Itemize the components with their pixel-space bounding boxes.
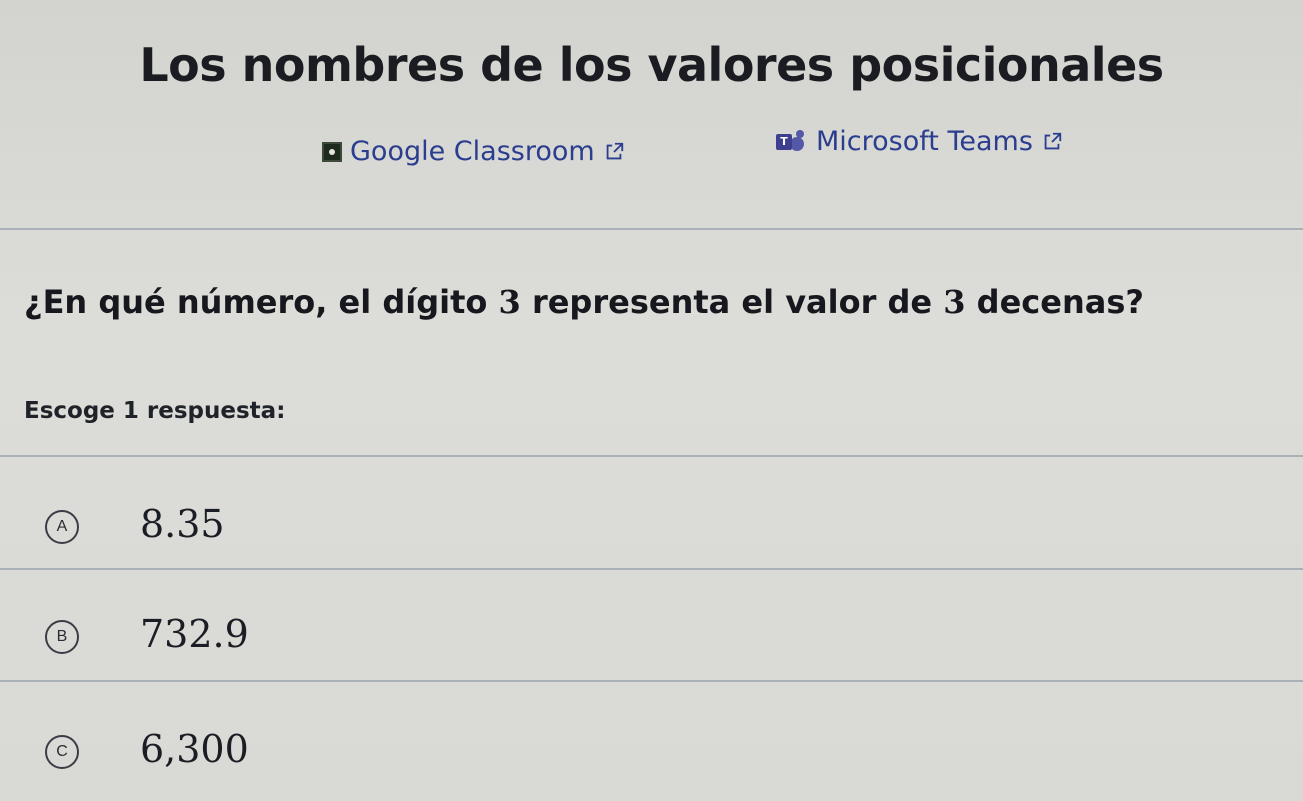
exercise-page: Los nombres de los valores posicionales … xyxy=(0,0,1303,801)
share-row: Google Classroom T Microsoft Teams xyxy=(0,126,1303,170)
choice-c-radio[interactable]: C xyxy=(45,735,79,769)
google-classroom-share-link[interactable]: Google Classroom xyxy=(322,136,625,167)
choice-c-value: 6,300 xyxy=(140,727,249,771)
question-text: ¿En qué número, el dígito 3 representa e… xyxy=(24,283,1144,321)
answer-instruction: Escoge 1 respuesta: xyxy=(24,398,286,424)
choice-a-radio[interactable]: A xyxy=(45,510,79,544)
header-divider xyxy=(0,228,1303,230)
choice-a[interactable]: A 8.35 xyxy=(0,468,1303,568)
page-title: Los nombres de los valores posicionales xyxy=(139,38,1164,92)
choices-top-divider xyxy=(0,455,1303,457)
choice-a-value: 8.35 xyxy=(140,502,225,546)
external-link-icon xyxy=(606,142,623,159)
choice-b-radio[interactable]: B xyxy=(45,620,79,654)
choice-b-value: 732.9 xyxy=(140,612,249,656)
microsoft-teams-label: Microsoft Teams xyxy=(816,126,1033,157)
microsoft-teams-icon: T xyxy=(770,129,808,154)
external-link-icon xyxy=(1044,132,1062,149)
choice-b[interactable]: B 732.9 xyxy=(0,580,1303,680)
choice-c[interactable]: C 6,300 xyxy=(0,693,1303,793)
google-classroom-icon xyxy=(322,141,342,162)
microsoft-teams-share-link[interactable]: T Microsoft Teams xyxy=(770,126,1063,157)
google-classroom-label: Google Classroom xyxy=(350,136,595,167)
choice-divider xyxy=(0,568,1303,570)
choice-divider xyxy=(0,680,1303,682)
